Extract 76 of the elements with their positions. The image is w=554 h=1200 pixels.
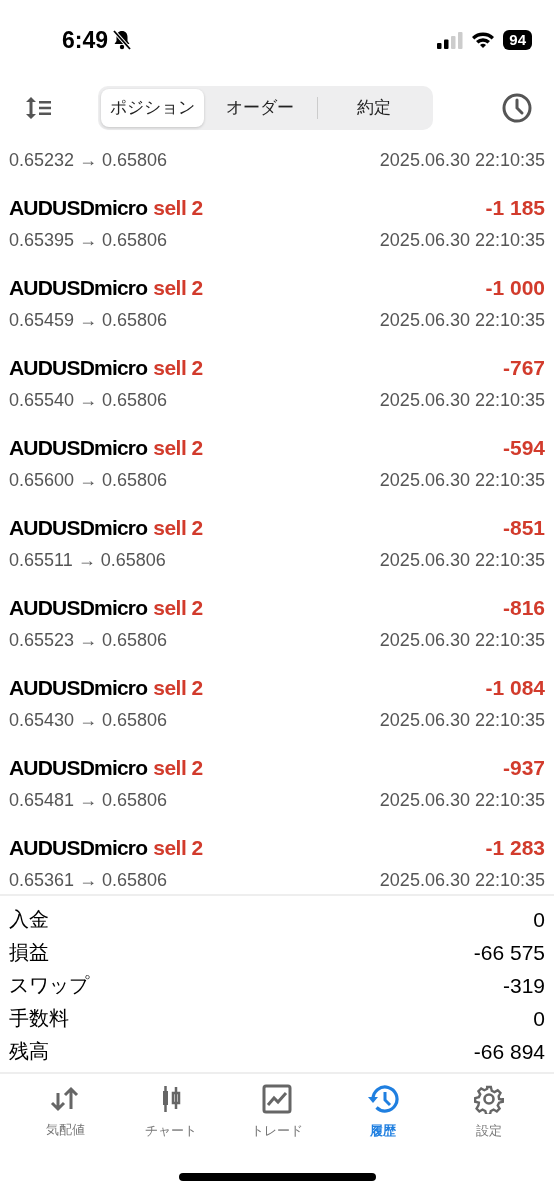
trade-side: sell 2 xyxy=(153,596,203,620)
summary-value: -319 xyxy=(502,973,545,998)
price-range: 0.65481 → 0.65806 xyxy=(9,789,168,811)
price-range: 0.65459 → 0.65806 xyxy=(9,309,168,331)
summary-label: 残高 xyxy=(9,1038,49,1065)
profit-value: -767 xyxy=(502,356,545,380)
deal-time: 2025.06.30 22:10:35 xyxy=(379,229,545,251)
trade-side: sell 2 xyxy=(153,756,203,780)
summary-label: 損益 xyxy=(9,939,49,966)
summary-value: 0 xyxy=(533,907,545,932)
profit-value: -1 084 xyxy=(485,676,545,700)
deal-time: 2025.06.30 22:10:35 xyxy=(379,389,545,411)
segment-tab[interactable]: 約定 xyxy=(317,88,430,127)
symbol-name: AUDUSDmicro xyxy=(9,836,148,860)
battery-level: 94 xyxy=(503,30,532,50)
trade-side: sell 2 xyxy=(153,836,203,860)
history-icon[interactable] xyxy=(367,1083,399,1114)
clock-icon[interactable] xyxy=(502,92,532,123)
profit-value: -1 283 xyxy=(485,836,545,860)
sort-icon[interactable] xyxy=(25,95,52,120)
summary-label: 手数料 xyxy=(9,1005,69,1032)
symbol-name: AUDUSDmicro xyxy=(9,596,148,620)
profit-value: -937 xyxy=(502,756,545,780)
summary-value: -66 575 xyxy=(473,940,545,965)
tab-label[interactable]: 気配値 xyxy=(45,1120,85,1139)
symbol-name: AUDUSDmicro xyxy=(9,196,148,220)
profit-value: -1 185 xyxy=(485,196,545,220)
price-range: 0.65361 → 0.65806 xyxy=(9,869,168,891)
price-range: 0.65540 → 0.65806 xyxy=(9,389,168,411)
summary-label: スワップ xyxy=(9,972,89,999)
deal-time: 2025.06.30 22:10:35 xyxy=(379,549,545,571)
trade-side: sell 2 xyxy=(153,436,203,460)
price-range: 0.65430 → 0.65806 xyxy=(9,709,168,731)
trade-side: sell 2 xyxy=(153,676,203,700)
symbol-name: AUDUSDmicro xyxy=(9,436,148,460)
profit-value: -816 xyxy=(502,596,545,620)
price-range: 0.65523 → 0.65806 xyxy=(9,629,168,651)
bell-muted-icon xyxy=(112,29,133,51)
tab-label[interactable]: 設定 xyxy=(476,1121,502,1140)
profit-value: -851 xyxy=(502,516,545,540)
signal-icon xyxy=(437,31,464,49)
arrows-icon[interactable] xyxy=(49,1084,81,1113)
symbol-name: AUDUSDmicro xyxy=(9,756,148,780)
wifi-icon xyxy=(471,31,496,49)
profit-value: -1 000 xyxy=(485,276,545,300)
symbol-name: AUDUSDmicro xyxy=(9,276,148,300)
deal-time: 2025.06.30 22:10:35 xyxy=(379,789,545,811)
price-range: 0.65395 → 0.65806 xyxy=(9,229,168,251)
trade-side: sell 2 xyxy=(153,356,203,380)
line-chart-icon[interactable] xyxy=(262,1083,292,1114)
symbol-name: AUDUSDmicro xyxy=(9,516,148,540)
segment-tab[interactable]: ポジション xyxy=(101,88,204,127)
clock-time: 6:49 xyxy=(62,26,109,54)
deal-time: 2025.06.30 22:10:35 xyxy=(379,149,545,171)
deal-time: 2025.06.30 22:10:35 xyxy=(379,869,545,891)
price-range: 0.65232 → 0.65806 xyxy=(9,149,168,171)
tab-label[interactable]: トレード xyxy=(251,1121,303,1140)
symbol-name: AUDUSDmicro xyxy=(9,356,148,380)
summary-value: -66 894 xyxy=(473,1039,545,1064)
tab-label[interactable]: 履歴 xyxy=(370,1121,396,1140)
deal-time: 2025.06.30 22:10:35 xyxy=(379,469,545,491)
segment-tab[interactable]: オーダー xyxy=(204,88,317,127)
summary-label: 入金 xyxy=(9,906,49,933)
deal-time: 2025.06.30 22:10:35 xyxy=(379,709,545,731)
symbol-name: AUDUSDmicro xyxy=(9,676,148,700)
price-range: 0.65600 → 0.65806 xyxy=(9,469,168,491)
price-range: 0.65511 → 0.65806 xyxy=(9,549,166,571)
tab-label[interactable]: チャート xyxy=(145,1121,197,1140)
profit-value: -594 xyxy=(502,436,545,460)
summary-value: 0 xyxy=(533,1006,545,1031)
deal-time: 2025.06.30 22:10:35 xyxy=(379,309,545,331)
deal-time: 2025.06.30 22:10:35 xyxy=(379,629,545,651)
trade-side: sell 2 xyxy=(153,276,203,300)
trade-side: sell 2 xyxy=(153,196,203,220)
settings-icon[interactable] xyxy=(474,1083,504,1114)
trade-side: sell 2 xyxy=(153,516,203,540)
